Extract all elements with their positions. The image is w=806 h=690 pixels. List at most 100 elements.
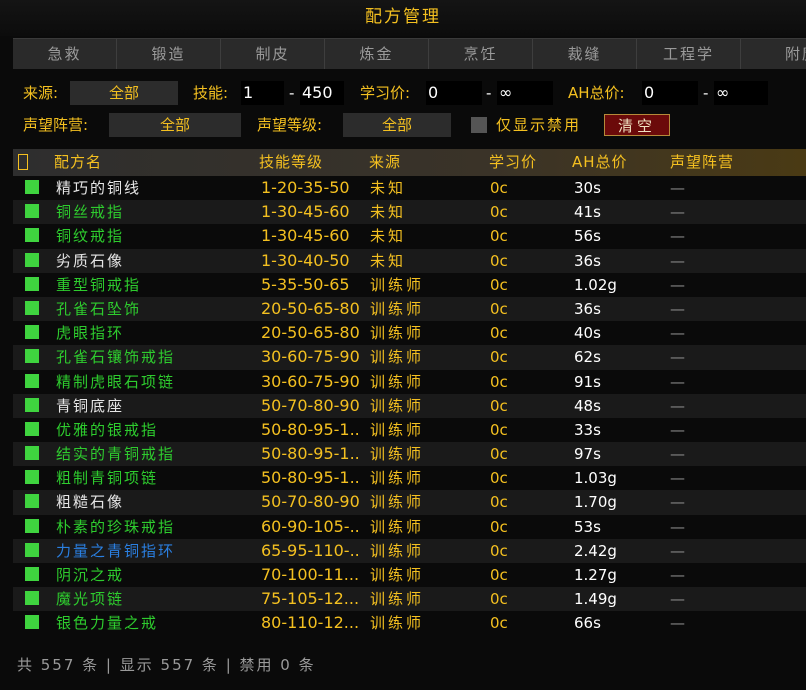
recipe-name: 重型铜戒指 [56,275,142,294]
tab-tailoring[interactable]: 裁缝 [533,39,637,69]
ah-price: 36s [574,251,601,270]
recipe-name: 优雅的银戒指 [56,420,159,439]
faction: — [670,614,685,633]
recipe-source: 训练师 [370,372,425,391]
checked-square-icon[interactable] [25,228,39,243]
ah-price-label: AH总价: [568,84,625,102]
table-row[interactable]: 银色力量之戒 80-110-12... 训练师 0c 66s — [13,611,806,635]
learn-price: 0c [490,372,508,391]
checked-square-icon[interactable] [25,373,39,388]
table-row[interactable]: 孔雀石镶饰戒指 30-60-75-90 训练师 0c 62s — [13,345,806,370]
skill-level: 30-60-75-90 [261,347,359,367]
tab-cooking[interactable]: 烹饪 [429,39,533,69]
checked-square-icon[interactable] [25,180,39,194]
checked-square-icon[interactable] [25,615,39,630]
checked-square-icon[interactable] [25,567,39,581]
table-row[interactable]: 朴素的珍珠戒指 60-90-105-... 训练师 0c 53s — [13,515,806,539]
checked-square-icon[interactable] [25,542,39,557]
ah-price: 97s [574,445,601,464]
faction: — [670,251,685,270]
learn-price: 0c [490,299,508,318]
skill-level: 20-50-65-80 [261,323,359,343]
recipe-name: 铜纹戒指 [56,227,125,246]
source-label: 来源: [23,84,59,102]
skill-max-input[interactable]: 450 [300,81,344,105]
recipe-name: 劣质石像 [56,251,125,270]
recipe-name: 虎眼指环 [56,324,125,343]
checked-square-icon[interactable] [25,397,39,412]
checked-square-icon[interactable] [25,325,39,340]
checked-square-icon[interactable] [25,446,39,461]
table-row[interactable]: 精制虎眼石项链 30-60-75-90 训练师 0c 91s — [13,370,806,394]
learn-max-input[interactable]: ∞ [497,81,553,105]
tab-engineering[interactable]: 工程学 [637,39,741,69]
table-row[interactable]: 青铜底座 50-70-80-90 训练师 0c 48s — [13,393,806,418]
checked-square-icon[interactable] [25,494,39,509]
checked-square-icon[interactable] [25,421,39,436]
skill-level: 65-95-110-... [261,540,359,560]
learn-price: 0c [490,445,508,464]
table-row[interactable]: 铜丝戒指 1-30-45-60 未知 0c 41s — [13,200,806,225]
header-skill[interactable]: 技能等级 [259,149,323,176]
checked-square-icon[interactable] [25,300,39,315]
status-footer: 共 557 条 | 显示 557 条 | 禁用 0 条 [17,656,316,674]
checked-square-icon[interactable] [25,276,39,291]
clear-button[interactable]: 清空 [604,114,670,136]
faction-label: 声望阵营: [23,116,89,134]
header-ah-price[interactable]: AH总价 [572,149,628,176]
checked-square-icon[interactable] [25,252,39,267]
source-dropdown[interactable]: 全部 [70,81,178,105]
recipe-source: 训练师 [370,445,425,464]
header-learn-price[interactable]: 学习价 [489,149,537,176]
table-row[interactable]: 虎眼指环 20-50-65-80 训练师 0c 40s — [13,321,806,345]
tab-alchemy[interactable]: 炼金 [325,39,429,69]
table-row[interactable]: 结实的青铜戒指 50-80-95-1... 训练师 0c 97s — [13,442,806,467]
table-row[interactable]: 粗制青铜项链 50-80-95-1... 训练师 0c 1.03g — [13,466,806,490]
faction: — [670,179,685,197]
table-row[interactable]: 魔光项链 75-105-12... 训练师 0c 1.49g — [13,587,806,612]
checked-square-icon[interactable] [25,470,39,485]
rep-level-dropdown[interactable]: 全部 [343,113,451,137]
disabled-only-checkbox[interactable] [471,117,487,133]
recipe-list: 精巧的铜线 1-20-35-50 未知 0c 30s — 铜丝戒指 1-30-45-60 未知 0… [13,176,806,636]
learn-min-input[interactable]: 0 [426,81,482,105]
faction: — [670,469,685,488]
recipe-source: 训练师 [370,324,425,343]
recipe-name: 魔光项链 [56,590,125,609]
table-row[interactable]: 粗糙石像 50-70-80-90 训练师 0c 1.70g — [13,490,806,515]
recipe-source: 训练师 [370,614,425,633]
tab-first-aid[interactable]: 急救 [13,39,117,69]
table-row[interactable]: 孔雀石坠饰 20-50-65-80 训练师 0c 36s — [13,296,806,322]
checked-square-icon[interactable] [25,591,39,606]
recipe-source: 未知 [370,251,407,270]
table-row[interactable]: 劣质石像 1-30-40-50 未知 0c 36s — [13,248,806,273]
checked-square-icon[interactable] [25,204,39,219]
table-row[interactable]: 铜纹戒指 1-30-45-60 未知 0c 56s — [13,224,806,248]
learn-price: 0c [490,420,508,439]
skill-level: 70-100-11... [261,565,359,584]
select-all-checkbox[interactable] [18,154,28,170]
ah-min-input[interactable]: 0 [642,81,698,105]
table-row[interactable]: 优雅的银戒指 50-80-95-1... 训练师 0c 33s — [13,418,806,442]
recipe-source: 训练师 [370,396,425,415]
faction: — [670,203,685,222]
table-row[interactable]: 精巧的铜线 1-20-35-50 未知 0c 30s — [13,176,806,200]
filter-row-2: 声望阵营: 全部 声望等级: 全部 仅显示禁用 清空 [0,112,806,138]
tab-blacksmithing[interactable]: 锻造 [117,39,221,69]
table-row[interactable]: 力量之青铜指环 65-95-110-... 训练师 0c 2.42g — [13,538,806,563]
ah-max-input[interactable]: ∞ [714,81,768,105]
header-name[interactable]: 配方名 [54,149,102,176]
header-faction[interactable]: 声望阵营 [670,149,734,176]
tab-leatherworking[interactable]: 制皮 [221,39,325,69]
faction-dropdown[interactable]: 全部 [109,113,241,137]
checked-square-icon[interactable] [25,349,39,364]
faction: — [670,517,685,536]
skill-min-input[interactable]: 1 [241,81,284,105]
table-row[interactable]: 重型铜戒指 5-35-50-65 训练师 0c 1.02g — [13,273,806,297]
learn-price: 0c [490,469,508,488]
tab-enchanting[interactable]: 附魔 [741,39,806,69]
header-source[interactable]: 来源 [369,149,401,176]
table-row[interactable]: 阴沉之戒 70-100-11... 训练师 0c 1.27g — [13,563,806,587]
learn-price: 0c [490,324,508,343]
checked-square-icon[interactable] [25,518,39,533]
